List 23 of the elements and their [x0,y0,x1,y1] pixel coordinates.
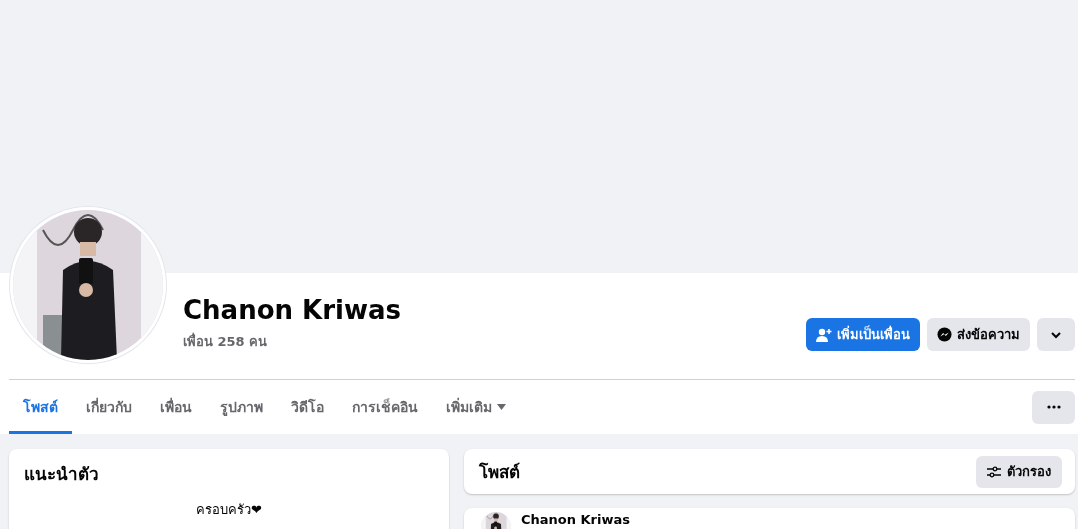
profile-tab[interactable]: รูปภาพ [206,380,277,434]
message-button[interactable]: ส่งข้อความ [927,318,1030,351]
friend-count[interactable]: เพื่อน 258 คน [183,331,401,352]
ellipsis-icon [1046,405,1061,409]
profile-tab[interactable]: วิดีโอ [277,380,338,434]
profile-name: Chanon Kriwas [183,295,401,325]
post-author[interactable]: Chanon Kriwas [521,512,630,527]
profile-tab[interactable]: โพสต์ [9,380,72,434]
messenger-icon [937,327,952,342]
profile-tab[interactable]: การเช็คอิน [338,380,432,434]
profile-tab[interactable]: เพื่อน [146,380,206,434]
sliders-icon [987,465,1001,478]
intro-title: แนะนำตัว [24,463,100,486]
chevron-down-icon [1050,330,1062,339]
profile-tab[interactable]: เพิ่มเติม [432,380,520,434]
profile-tab[interactable]: เกี่ยวกับ [72,380,146,434]
add-person-icon [816,327,832,342]
filter-button[interactable]: ตัวกรอง [976,455,1062,488]
posts-title: โพสต์ [479,461,520,484]
add-friend-button[interactable]: เพิ่มเป็นเพื่อน [806,318,920,351]
more-button[interactable] [1032,390,1075,424]
more-options-button[interactable] [1037,318,1075,351]
bio-text: ครอบครัว❤ [196,501,262,519]
